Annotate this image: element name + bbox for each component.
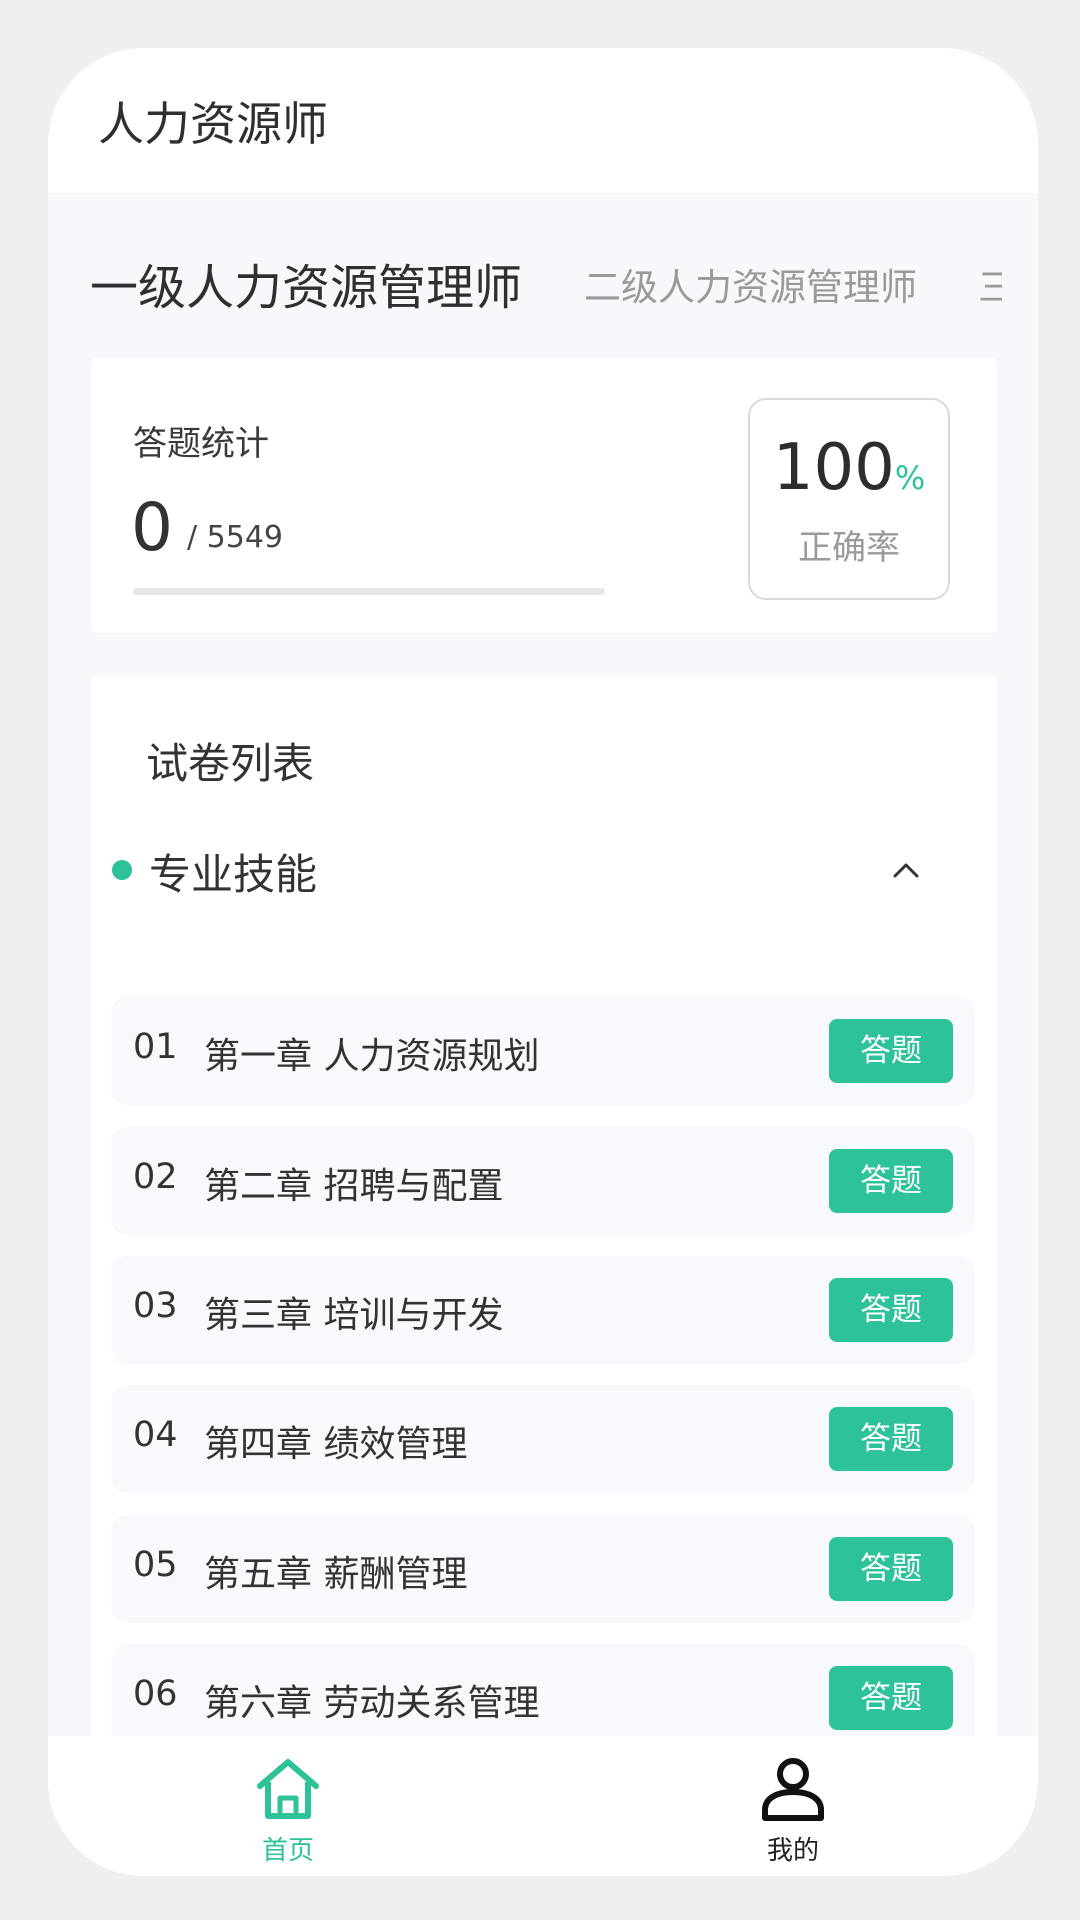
level-tabs: 一级人力资源管理师 二级人力资源管理师 三级人力资源管理师 <box>48 243 1038 333</box>
total-count: / 5549 <box>187 520 283 555</box>
chapter-row[interactable]: 05 第五章 薪酬管理 答题 <box>111 1515 975 1623</box>
accuracy-number: 100 <box>772 431 895 505</box>
exam-list-title: 试卷列表 <box>146 739 315 788</box>
chapter-title: 第五章 薪酬管理 <box>204 1554 468 1595</box>
chapter-number: 02 <box>133 1157 178 1197</box>
tab-level-2[interactable]: 二级人力资源管理师 <box>584 243 917 333</box>
accuracy-label: 正确率 <box>798 528 900 568</box>
app-title: 人力资源师 <box>98 97 328 151</box>
tab-level-1[interactable]: 一级人力资源管理师 <box>90 243 522 333</box>
progress-bar <box>133 588 605 595</box>
chapter-number: 01 <box>133 1027 178 1067</box>
chapter-row[interactable]: 01 第一章 人力资源规划 答题 <box>111 997 975 1105</box>
chapter-number: 04 <box>133 1415 178 1455</box>
chapter-number: 06 <box>133 1674 178 1714</box>
app-header: 人力资源师 <box>48 48 1038 193</box>
exam-list-card: 试卷列表 专业技能 01 第一章 人力资源规划 答题 02 第二章 招聘与配置 … <box>91 675 997 1815</box>
stats-card: 答题统计 0 / 5549 100% 正确率 <box>91 358 997 633</box>
accuracy-value: 100% <box>750 428 948 518</box>
chapter-row[interactable]: 02 第二章 招聘与配置 答题 <box>111 1127 975 1235</box>
chevron-up-icon[interactable] <box>891 855 921 885</box>
answer-button[interactable]: 答题 <box>829 1537 953 1601</box>
chapter-title: 第三章 培训与开发 <box>204 1295 504 1336</box>
answered-count: 0 <box>131 489 173 566</box>
answer-button[interactable]: 答题 <box>829 1019 953 1083</box>
nav-home-label: 首页 <box>261 1836 314 1866</box>
chapter-title: 第四章 绩效管理 <box>204 1424 468 1465</box>
chapter-title: 第一章 人力资源规划 <box>204 1036 540 1077</box>
nav-me-label: 我的 <box>766 1836 819 1866</box>
chapter-row[interactable]: 03 第三章 培训与开发 答题 <box>111 1256 975 1364</box>
phone-screen: 人力资源师 一级人力资源管理师 二级人力资源管理师 三级人力资源管理师 答题统计… <box>48 48 1038 1876</box>
section-header[interactable]: 专业技能 <box>91 835 997 905</box>
accuracy-unit: % <box>894 459 926 497</box>
chapter-number: 03 <box>133 1286 178 1326</box>
chapter-title: 第六章 劳动关系管理 <box>204 1683 540 1724</box>
home-icon <box>257 1759 319 1819</box>
nav-home[interactable]: 首页 <box>188 1736 388 1876</box>
tab-level-3[interactable]: 三级人力资源管理师 <box>978 243 1002 333</box>
stats-label: 答题统计 <box>133 424 269 464</box>
nav-me[interactable]: 我的 <box>693 1736 893 1876</box>
answer-button[interactable]: 答题 <box>829 1666 953 1730</box>
answer-button[interactable]: 答题 <box>829 1149 953 1213</box>
chapter-row[interactable]: 04 第四章 绩效管理 答题 <box>111 1385 975 1493</box>
answer-button[interactable]: 答题 <box>829 1278 953 1342</box>
accuracy-box: 100% 正确率 <box>748 398 950 600</box>
bottom-nav: 首页 我的 <box>48 1736 1038 1876</box>
section-dot-icon <box>112 860 132 880</box>
user-icon <box>762 1758 824 1821</box>
section-name: 专业技能 <box>149 850 318 899</box>
answer-button[interactable]: 答题 <box>829 1407 953 1471</box>
chapter-number: 05 <box>133 1545 178 1585</box>
chapter-title: 第二章 招聘与配置 <box>204 1166 504 1207</box>
